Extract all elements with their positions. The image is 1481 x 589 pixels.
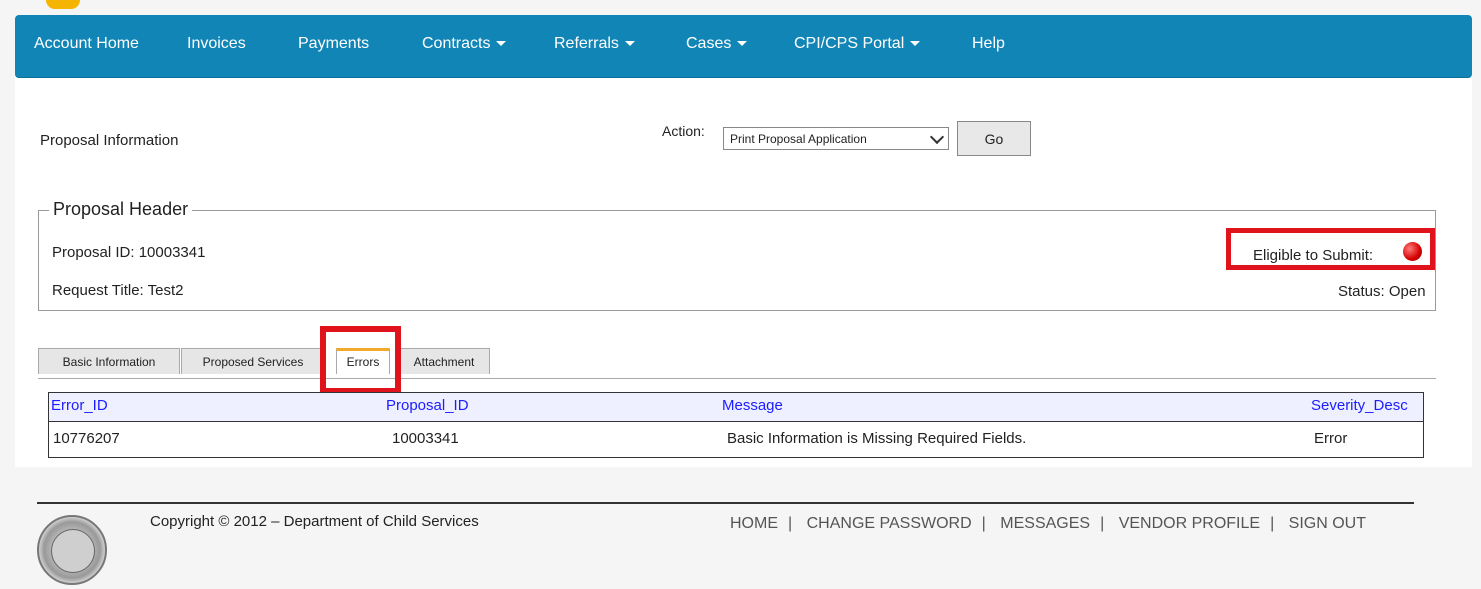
cell-error-id: 10776207 xyxy=(53,430,120,447)
cell-severity: Error xyxy=(1314,430,1348,447)
nav-help[interactable]: Help xyxy=(972,35,1005,53)
seal-inner-ring xyxy=(51,529,95,573)
tab-proposed-services[interactable]: Proposed Services xyxy=(181,348,325,374)
col-message[interactable]: Message xyxy=(722,397,783,414)
caret-down-icon xyxy=(910,41,921,47)
tabs-divider xyxy=(38,378,1436,379)
footer-links: HOME | CHANGE PASSWORD | MESSAGES | VENDOR … xyxy=(730,515,1366,533)
nav-contracts[interactable]: Contracts xyxy=(422,35,507,53)
footer-separator: | xyxy=(1270,515,1275,532)
state-seal-logo xyxy=(37,515,107,585)
page-title: Proposal Information xyxy=(40,132,179,149)
caret-down-icon xyxy=(496,41,507,47)
col-error-id[interactable]: Error_ID xyxy=(51,397,108,414)
logo-fragment xyxy=(46,0,80,9)
copyright-text: Copyright © 2012 – Department of Child S… xyxy=(150,513,479,530)
nav-invoices[interactable]: Invoices xyxy=(187,35,246,53)
tab-basic-information[interactable]: Basic Information xyxy=(38,348,180,374)
chevron-down-icon xyxy=(929,129,945,145)
eligible-highlight-box xyxy=(1226,228,1435,270)
page-content: Account Home Invoices Payments Contracts… xyxy=(15,15,1472,467)
action-select[interactable]: Print Proposal Application xyxy=(723,127,949,150)
status-text: Status: Open xyxy=(1338,283,1426,300)
caret-down-icon xyxy=(737,41,748,47)
proposal-id: Proposal ID: 10003341 xyxy=(52,244,206,261)
errors-grid: Error_ID Proposal_ID Message Severity_De… xyxy=(48,392,1424,458)
tab-attachment[interactable]: Attachment xyxy=(398,348,490,374)
nav-cases[interactable]: Cases xyxy=(686,35,748,53)
footer-link-home[interactable]: HOME xyxy=(730,515,778,532)
nav-referrals[interactable]: Referrals xyxy=(554,35,635,53)
footer-divider xyxy=(37,502,1414,504)
grid-header: Error_ID Proposal_ID Message Severity_De… xyxy=(49,393,1423,422)
errors-tab-highlight-box xyxy=(320,326,401,394)
navbar: Account Home Invoices Payments Contracts… xyxy=(15,15,1472,78)
col-proposal-id[interactable]: Proposal_ID xyxy=(386,397,469,414)
nav-payments[interactable]: Payments xyxy=(298,35,369,53)
footer-link-vendor-profile[interactable]: VENDOR PROFILE xyxy=(1119,515,1260,532)
col-severity-desc[interactable]: Severity_Desc xyxy=(1311,397,1408,414)
cell-proposal-id: 10003341 xyxy=(392,430,459,447)
footer-link-sign-out[interactable]: SIGN OUT xyxy=(1289,515,1366,532)
request-title: Request Title: Test2 xyxy=(52,282,184,299)
action-select-value: Print Proposal Application xyxy=(730,132,867,146)
footer-link-messages[interactable]: MESSAGES xyxy=(1000,515,1090,532)
footer-link-change-password[interactable]: CHANGE PASSWORD xyxy=(807,515,972,532)
proposal-header-legend: Proposal Header xyxy=(49,199,193,220)
nav-cpi-cps-portal[interactable]: CPI/CPS Portal xyxy=(794,35,921,53)
footer-separator: | xyxy=(1100,515,1105,532)
caret-down-icon xyxy=(624,41,635,47)
go-button[interactable]: Go xyxy=(957,121,1031,156)
footer-separator: | xyxy=(981,515,986,532)
cell-message: Basic Information is Missing Required Fi… xyxy=(727,430,1027,447)
footer-separator: | xyxy=(788,515,793,532)
nav-account-home[interactable]: Account Home xyxy=(34,35,139,53)
action-label: Action: xyxy=(662,123,705,139)
